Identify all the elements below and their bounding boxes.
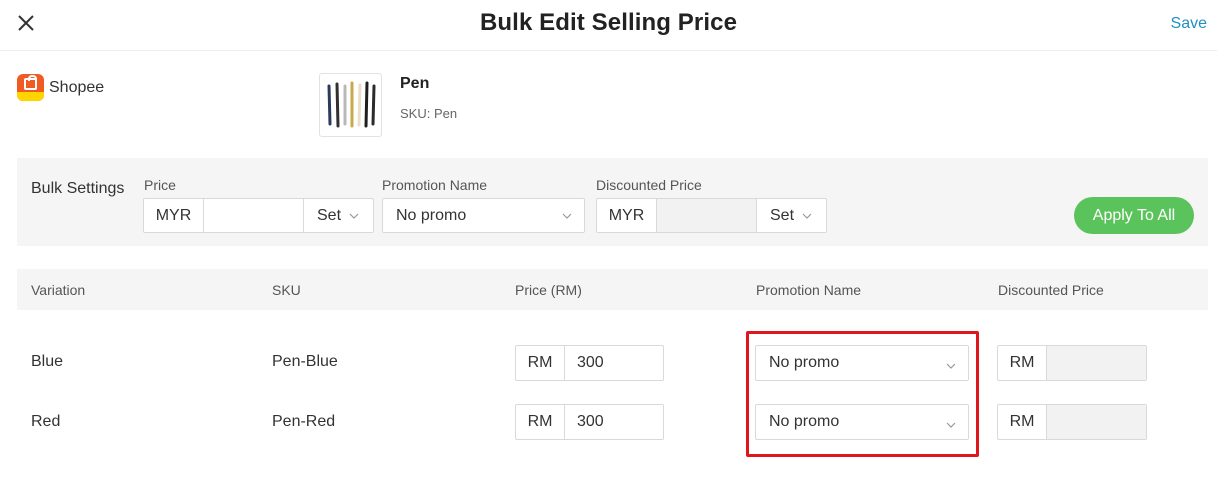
variation-cell: Blue: [31, 353, 64, 370]
sku-cell: Pen-Red: [272, 413, 336, 430]
price-currency: MYR: [144, 199, 204, 232]
price-mode-value: Set: [317, 206, 342, 224]
product-image: [319, 73, 382, 137]
chevron-down-icon: [802, 213, 812, 219]
store-info: Shopee: [17, 74, 104, 101]
chevron-down-icon: [349, 213, 359, 219]
discount-currency: RM: [998, 346, 1047, 380]
bulk-settings-panel: Bulk Settings Price MYR Set Promotion Na…: [17, 158, 1208, 246]
price-currency: RM: [516, 405, 565, 439]
price-input-group: RM 300: [515, 345, 664, 381]
bulk-promotion-select[interactable]: No promo: [382, 198, 585, 233]
price-label: Price: [144, 177, 176, 193]
chevron-down-icon: [562, 213, 572, 219]
bulk-discount-mode-select[interactable]: Set: [757, 199, 826, 232]
price-currency: RM: [516, 346, 565, 380]
table-header: Variation SKU Price (RM) Promotion Name …: [17, 269, 1208, 310]
promotion-name-label: Promotion Name: [382, 177, 488, 193]
price-input[interactable]: 300: [565, 346, 663, 380]
price-input[interactable]: 300: [565, 405, 663, 439]
discounted-price-label: Discounted Price: [596, 177, 702, 193]
column-price: Price (RM): [515, 282, 582, 298]
discount-input-group: RM: [997, 404, 1147, 440]
bulk-price-mode-select[interactable]: Set: [304, 199, 373, 232]
price-input-group: RM 300: [515, 404, 664, 440]
discount-currency: MYR: [597, 199, 657, 232]
column-sku: SKU: [272, 282, 301, 298]
bulk-price-group: MYR Set: [143, 198, 374, 233]
apply-to-all-button[interactable]: Apply To All: [1074, 197, 1194, 234]
highlight-box: [746, 331, 979, 457]
bulk-settings-label: Bulk Settings: [31, 180, 125, 197]
discount-input[interactable]: [1047, 346, 1146, 380]
bulk-discount-group: MYR Set: [596, 198, 827, 233]
discount-input-group: RM: [997, 345, 1147, 381]
discount-mode-value: Set: [770, 206, 795, 224]
page-title: Bulk Edit Selling Price: [479, 9, 738, 36]
discount-input[interactable]: [1047, 405, 1146, 439]
column-promotion-name: Promotion Name: [756, 282, 862, 298]
modal-header: Bulk Edit Selling Price Save: [0, 0, 1217, 51]
bulk-price-input[interactable]: [204, 199, 304, 232]
shopee-logo-icon: [17, 74, 44, 101]
product-sku: SKU: Pen: [400, 106, 458, 121]
sku-cell: Pen-Blue: [272, 353, 338, 370]
column-variation: Variation: [31, 282, 86, 298]
discount-currency: RM: [998, 405, 1047, 439]
store-name: Shopee: [49, 78, 105, 96]
variation-cell: Red: [31, 413, 61, 430]
bulk-discount-input[interactable]: [657, 199, 757, 232]
bulk-promotion-value: No promo: [396, 206, 467, 224]
product-name: Pen: [400, 75, 430, 92]
column-discounted-price: Discounted Price: [998, 282, 1104, 298]
save-button[interactable]: Save: [1171, 15, 1207, 33]
